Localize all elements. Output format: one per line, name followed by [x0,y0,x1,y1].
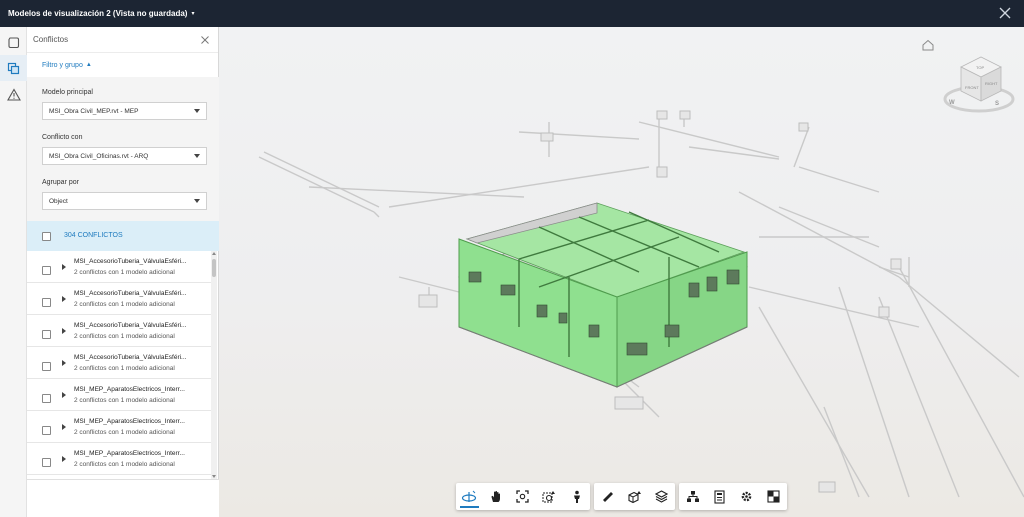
panel-title: Conflictos [33,35,69,44]
row-checkbox[interactable] [42,330,51,339]
scroll-up-icon[interactable] [212,252,216,255]
expand-arrow-icon[interactable] [62,456,66,462]
left-tool-rail [0,27,27,517]
model-scene[interactable]: FRONT RIGHT TOP W S [219,27,1024,517]
item-subtitle: 2 conflictos con 1 modelo adicional [74,397,175,404]
item-name: MSI_AccesorioTuberia_VálvulaEsféri... [74,290,187,297]
expand-arrow-icon[interactable] [62,296,66,302]
item-name: MSI_MEP_AparatosElectricos_Interr... [74,450,185,457]
item-name: MSI_AccesorioTuberia_VálvulaEsféri... [74,354,187,361]
row-checkbox[interactable] [42,426,51,435]
conflicts-count: 304 CONFLICTOS [64,232,123,239]
compass-south[interactable]: S [995,101,999,107]
expand-arrow-icon[interactable] [62,392,66,398]
filter-group-label: Filtro y grupo [42,61,83,69]
pan-icon[interactable] [483,483,510,510]
list-scrollbar[interactable] [211,251,217,479]
dropdown-arrow-icon [194,109,200,113]
settings-icon[interactable] [733,483,760,510]
item-subtitle: 2 conflictos con 1 modelo adicional [74,365,175,372]
item-subtitle: 2 conflictos con 1 modelo adicional [74,301,175,308]
measure-icon[interactable] [594,483,621,510]
group-by-select[interactable]: Object [42,192,207,210]
list-item[interactable]: MSI_AccesorioTuberia_VálvulaEsféri... 2 … [27,283,211,315]
fullscreen-icon[interactable] [760,483,787,510]
expand-arrow-icon[interactable] [62,360,66,366]
scroll-down-icon[interactable] [212,475,216,478]
first-person-icon[interactable] [563,483,590,510]
conflicts-panel: Conflictos Filtro y grupo ▲ Modelo princ… [27,27,219,517]
scroll-thumb[interactable] [212,259,216,277]
select-all-checkbox[interactable] [42,232,51,241]
conflicts-header[interactable]: 304 CONFLICTOS [27,221,219,251]
list-item[interactable]: MSI_AccesorioTuberia_VálvulaEsféri... 2 … [27,347,211,379]
list-item[interactable]: MSI_AccesorioTuberia_VálvulaEsféri... 2 … [27,315,211,347]
panel-footer [27,479,219,517]
conflicts-list: MSI_AccesorioTuberia_VálvulaEsféri... 2 … [27,251,211,479]
title-bar: Modelos de visualización 2 (Vista no gua… [0,0,1024,27]
chevron-up-icon: ▲ [85,62,92,68]
dropdown-arrow-icon [194,154,200,158]
panel-close-icon[interactable] [200,35,210,45]
home-icon[interactable] [922,39,934,51]
main-model-label: Modelo principal [42,89,93,96]
item-name: MSI_MEP_AparatosElectricos_Interr... [74,386,185,393]
building-model[interactable] [457,202,749,388]
expand-arrow-icon[interactable] [62,328,66,334]
warning-icon[interactable] [0,81,27,107]
expand-arrow-icon[interactable] [62,264,66,270]
main-model-select[interactable]: MSI_Obra Civil_MEP.rvt - MEP [42,102,207,120]
row-checkbox[interactable] [42,394,51,403]
model-browser-icon[interactable] [0,29,27,55]
zoom-window-icon[interactable] [536,483,563,510]
list-item[interactable]: MSI_AccesorioTuberia_VálvulaEsféri... 2 … [27,251,211,283]
properties-icon[interactable] [706,483,733,510]
item-subtitle: 2 conflictos con 1 modelo adicional [74,461,175,468]
fit-view-icon[interactable] [510,483,537,510]
item-name: MSI_MEP_AparatosElectricos_Interr... [74,418,185,425]
row-checkbox[interactable] [42,362,51,371]
conflicts-icon[interactable] [0,55,27,81]
compass-west[interactable]: W [949,100,955,106]
model-toolbar [679,483,787,510]
filter-area: Modelo principal MSI_Obra Civil_MEP.rvt … [27,77,219,221]
filter-group-toggle[interactable]: Filtro y grupo ▲ [27,53,218,77]
group-by-label: Agrupar por [42,179,79,186]
viewcube-face-front[interactable]: FRONT [965,85,979,90]
item-subtitle: 2 conflictos con 1 modelo adicional [74,429,175,436]
orbit-icon[interactable] [456,483,483,510]
row-checkbox[interactable] [42,266,51,275]
view-title[interactable]: Modelos de visualización 2 (Vista no gua… [8,9,187,18]
close-icon[interactable] [998,6,1012,20]
view-menu-chevron-icon[interactable]: ▾ [191,10,194,17]
row-checkbox[interactable] [42,298,51,307]
dropdown-arrow-icon [194,199,200,203]
item-name: MSI_AccesorioTuberia_VálvulaEsféri... [74,258,187,265]
analysis-toolbar [594,483,675,510]
list-item[interactable]: MSI_MEP_AparatosElectricos_Interr... 2 c… [27,411,211,443]
3d-viewport[interactable]: FRONT RIGHT TOP W S [219,27,1024,517]
list-item[interactable]: MSI_MEP_AparatosElectricos_Interr... 2 c… [27,443,211,475]
item-subtitle: 2 conflictos con 1 modelo adicional [74,269,175,276]
section-icon[interactable] [621,483,648,510]
panel-header: Conflictos [27,27,218,53]
conflict-with-select[interactable]: MSI_Obra Civil_Oficinas.rvt - ARQ [42,147,207,165]
navigation-toolbar [456,483,590,510]
item-name: MSI_AccesorioTuberia_VálvulaEsféri... [74,322,187,329]
viewcube-face-top[interactable]: TOP [976,65,984,70]
model-browser-icon[interactable] [679,483,706,510]
expand-arrow-icon[interactable] [62,424,66,430]
list-item[interactable]: MSI_MEP_AparatosElectricos_Interr... 2 c… [27,379,211,411]
conflict-with-label: Conflicto con [42,134,83,141]
conflict-with-value: MSI_Obra Civil_Oficinas.rvt - ARQ [49,152,149,160]
main-model-value: MSI_Obra Civil_MEP.rvt - MEP [49,107,139,115]
viewcube-face-right[interactable]: RIGHT [985,81,998,86]
item-subtitle: 2 conflictos con 1 modelo adicional [74,333,175,340]
layers-icon[interactable] [648,483,675,510]
row-checkbox[interactable] [42,458,51,467]
group-by-value: Object [49,197,68,205]
